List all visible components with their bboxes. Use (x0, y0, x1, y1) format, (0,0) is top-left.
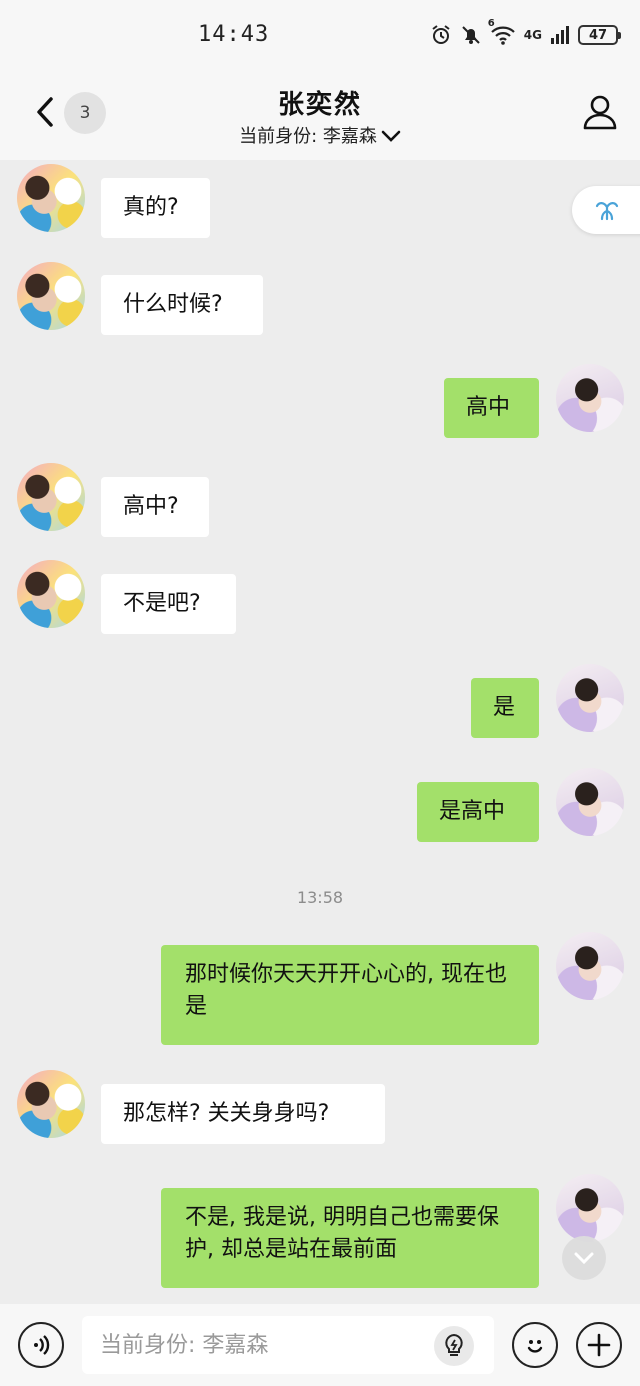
more-button[interactable] (576, 1322, 622, 1368)
bulb-button[interactable] (434, 1326, 474, 1366)
profile-button[interactable] (582, 94, 618, 130)
identity-label: 当前身份: 李嘉森 (239, 126, 377, 147)
contact-avatar[interactable] (17, 463, 85, 531)
chevron-down-icon (574, 1252, 594, 1265)
signal-icon (550, 25, 570, 45)
self-avatar[interactable] (556, 932, 624, 1000)
message-bubble-outgoing[interactable]: 是 (471, 678, 539, 738)
bulb-icon (445, 1333, 463, 1356)
chat-header: 3 张奕然 当前身份: 李嘉森 (0, 70, 640, 160)
signal-label: 6 (487, 18, 495, 29)
voice-icon (34, 1335, 50, 1355)
self-avatar[interactable] (556, 364, 624, 432)
contact-avatar[interactable] (17, 164, 85, 232)
status-icons: 6 4G 47 (430, 18, 621, 48)
message-bubble-outgoing[interactable]: 那时候你天天开开心心的, 现在也是 (161, 945, 539, 1045)
scroll-to-bottom-button[interactable] (562, 1236, 606, 1280)
message-bubble-incoming[interactable]: 不是吧? (101, 574, 236, 634)
contact-avatar[interactable] (17, 262, 85, 330)
time-divider: 13:58 (296, 888, 344, 907)
chat-title: 张奕然 (277, 90, 362, 120)
message-bubble-incoming[interactable]: 什么时候? (101, 275, 263, 335)
contact-avatar[interactable] (17, 560, 85, 628)
status-time: 14:43 (198, 22, 270, 47)
message-bubble-incoming[interactable]: 高中? (101, 477, 209, 537)
wifi-icon: 6 (488, 18, 516, 46)
alarm-icon (430, 24, 452, 46)
identity-switch[interactable]: 当前身份: 李嘉森 (0, 122, 640, 148)
contact-avatar[interactable] (17, 1070, 85, 1138)
message-bubble-incoming[interactable]: 那怎样? 关关身身吗? (101, 1084, 385, 1144)
message-bubble-outgoing[interactable]: 高中 (444, 378, 539, 438)
self-avatar[interactable] (556, 1174, 624, 1242)
battery-icon: 47 (578, 25, 621, 45)
input-bar (0, 1304, 640, 1386)
self-avatar[interactable] (556, 664, 624, 732)
self-avatar[interactable] (556, 768, 624, 836)
emoji-icon (527, 1340, 543, 1353)
fountain-icon (595, 202, 619, 221)
status-bar: 14:43 6 4G 47 (0, 0, 640, 70)
person-icon (583, 95, 617, 130)
emoji-button[interactable] (512, 1322, 558, 1368)
voice-button[interactable] (18, 1322, 64, 1368)
mute-icon (460, 24, 482, 46)
message-bubble-outgoing[interactable]: 是高中 (417, 782, 539, 842)
chevron-down-icon (381, 127, 401, 148)
message-input[interactable] (82, 1316, 494, 1374)
message-bubble-outgoing[interactable]: 不是, 我是说, 明明自己也需要保护, 却总是站在最前面 (161, 1188, 539, 1288)
network-label: 4G (523, 28, 542, 42)
floating-widget[interactable] (572, 186, 640, 234)
message-bubble-incoming[interactable]: 真的? (101, 178, 210, 238)
plus-icon (587, 1333, 611, 1357)
